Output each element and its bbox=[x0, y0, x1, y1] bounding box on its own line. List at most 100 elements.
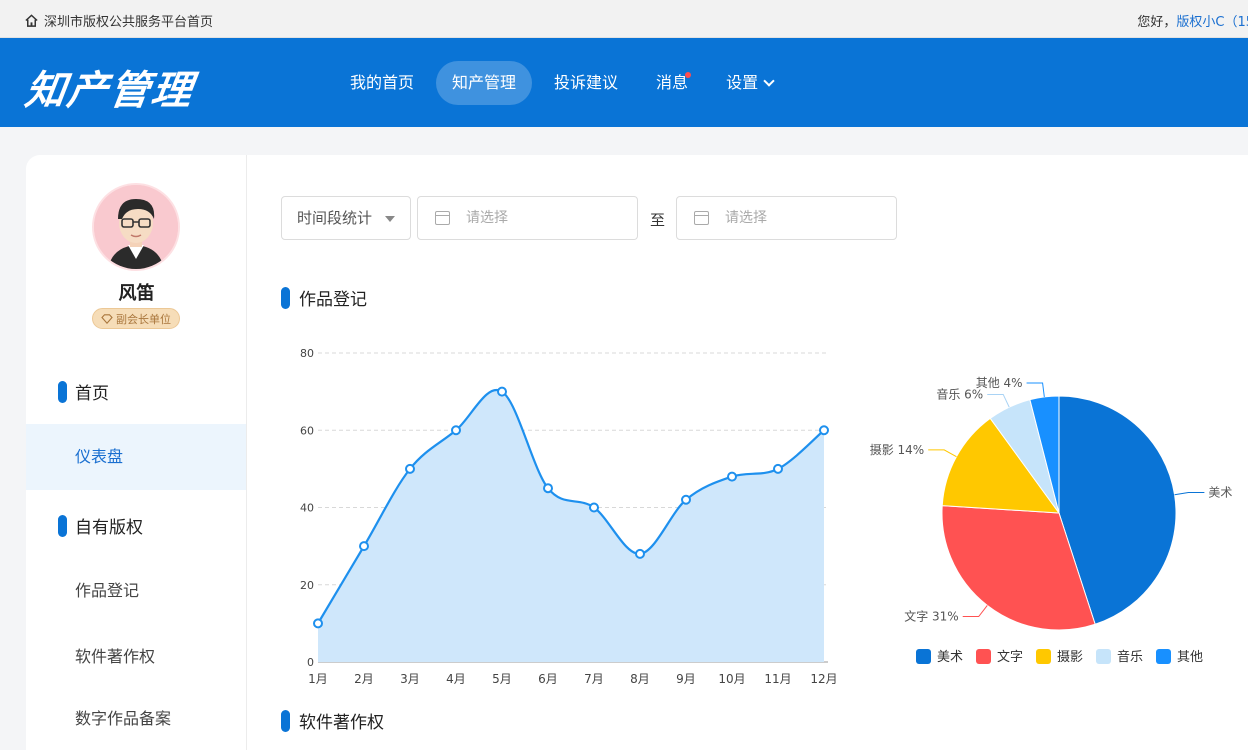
pie-label-leader bbox=[1174, 492, 1205, 496]
y-tick-label: 0 bbox=[307, 656, 314, 669]
data-point[interactable] bbox=[497, 386, 507, 397]
legend-swatch bbox=[1156, 649, 1171, 664]
range-separator: 至 bbox=[650, 211, 666, 229]
avatar-image-icon bbox=[94, 185, 178, 269]
x-tick-label: 12月 bbox=[810, 672, 837, 686]
legend-swatch bbox=[916, 649, 931, 664]
legend-item[interactable]: 摄影 bbox=[1036, 649, 1083, 665]
portal-home-link[interactable]: 深圳市版权公共服务平台首页 bbox=[24, 11, 213, 30]
x-tick-label: 4月 bbox=[446, 672, 466, 686]
sidebar: 风笛 副会长单位 首页 仪表盘 自有版权 作品登记 软件著作权 数字作品备案 bbox=[26, 155, 247, 750]
legend-item[interactable]: 文字 bbox=[976, 649, 1023, 665]
x-tick-label: 10月 bbox=[718, 672, 745, 686]
sidebar-item-work-registration-label: 作品登记 bbox=[75, 581, 140, 600]
nav-complaints[interactable]: 投诉建议 bbox=[538, 61, 634, 105]
nav-messages-label: 消息 bbox=[656, 73, 689, 92]
x-tick-label: 9月 bbox=[676, 672, 696, 686]
chevron-down-icon bbox=[763, 75, 775, 87]
data-point[interactable] bbox=[405, 463, 415, 474]
data-point[interactable] bbox=[681, 494, 691, 505]
top-bar: 深圳市版权公共服务平台首页 您好，版权小C（15 bbox=[0, 0, 1248, 38]
nav-ip-management-label: 知产管理 bbox=[452, 73, 517, 92]
membership-badge: 副会长单位 bbox=[92, 308, 180, 329]
section-marker-icon bbox=[58, 380, 67, 403]
legend-label: 其他 bbox=[1177, 650, 1203, 665]
x-tick-label: 6月 bbox=[538, 672, 558, 686]
end-date-placeholder: 请选择 bbox=[725, 210, 767, 226]
y-tick-label: 60 bbox=[300, 424, 314, 437]
end-date-input[interactable]: 请选择 bbox=[676, 196, 897, 240]
data-point[interactable] bbox=[589, 502, 599, 513]
menu-section-home: 首页 bbox=[58, 379, 109, 404]
sidebar-item-software-copyright[interactable]: 软件著作权 bbox=[26, 624, 246, 690]
legend-item[interactable]: 音乐 bbox=[1096, 649, 1143, 665]
period-select[interactable]: 时间段统计 bbox=[281, 196, 411, 240]
works-section-title-text: 作品登记 bbox=[299, 290, 367, 310]
user-name: 风笛 bbox=[118, 283, 155, 304]
home-icon bbox=[25, 14, 38, 27]
legend-label: 音乐 bbox=[1117, 649, 1143, 665]
area-fill bbox=[318, 389, 824, 662]
pie-slice-label: 摄影 14% bbox=[870, 442, 925, 457]
sidebar-item-software-copyright-label: 软件著作权 bbox=[75, 647, 156, 666]
sidebar-item-digital-filing[interactable]: 数字作品备案 bbox=[26, 686, 246, 750]
data-point[interactable] bbox=[819, 425, 829, 436]
data-point[interactable] bbox=[313, 618, 323, 629]
nav-settings[interactable]: 设置 bbox=[710, 61, 789, 105]
sidebar-item-work-registration[interactable]: 作品登记 bbox=[26, 558, 246, 624]
app-logo[interactable]: 知产管理 bbox=[22, 58, 198, 116]
caret-down-icon bbox=[385, 216, 395, 222]
period-select-value: 时间段统计 bbox=[297, 209, 373, 227]
legend-item[interactable]: 其他 bbox=[1156, 649, 1203, 665]
pie-label-leader bbox=[987, 393, 1010, 408]
nav-ip-management[interactable]: 知产管理 bbox=[436, 61, 533, 105]
legend-swatch bbox=[1036, 649, 1051, 664]
calendar-icon bbox=[694, 211, 709, 225]
section-marker-icon bbox=[281, 709, 290, 732]
sidebar-item-dashboard-label: 仪表盘 bbox=[75, 447, 124, 466]
x-tick-label: 1月 bbox=[308, 672, 328, 686]
sidebar-item-dashboard[interactable]: 仪表盘 bbox=[26, 424, 246, 490]
avatar[interactable] bbox=[92, 183, 180, 271]
data-point[interactable] bbox=[451, 425, 461, 436]
nav-messages[interactable]: 消息 bbox=[640, 61, 704, 105]
data-point[interactable] bbox=[543, 483, 553, 494]
nav-settings-label: 设置 bbox=[726, 73, 759, 92]
data-point[interactable] bbox=[635, 548, 645, 559]
legend-swatch bbox=[1096, 649, 1111, 664]
user-greeting: 您好，版权小C（15 bbox=[1137, 11, 1248, 30]
data-point[interactable] bbox=[727, 471, 737, 482]
y-tick-label: 40 bbox=[300, 502, 314, 515]
section-marker-icon bbox=[58, 514, 67, 537]
menu-section-own-copyright-label: 自有版权 bbox=[75, 518, 143, 538]
username-link[interactable]: 版权小C（15 bbox=[1176, 15, 1248, 30]
data-point[interactable] bbox=[359, 541, 369, 552]
pie-slice-label: 文字 31% bbox=[904, 609, 959, 624]
menu-section-home-label: 首页 bbox=[75, 384, 109, 404]
works-category-pie-chart: 美术文字 31%摄影 14%音乐 6%其他 4%美术 文字 摄影 音乐 其他 bbox=[870, 376, 1233, 665]
legend-swatch bbox=[976, 649, 991, 664]
calendar-icon bbox=[435, 211, 450, 225]
portal-home-label: 深圳市版权公共服务平台首页 bbox=[44, 15, 214, 30]
x-tick-label: 3月 bbox=[400, 672, 420, 686]
legend-item[interactable]: 美术 bbox=[916, 649, 963, 665]
start-date-placeholder: 请选择 bbox=[466, 210, 508, 226]
legend-label: 文字 bbox=[997, 650, 1023, 665]
data-point[interactable] bbox=[773, 463, 783, 474]
y-tick-label: 80 bbox=[300, 347, 314, 360]
x-tick-label: 11月 bbox=[764, 672, 791, 686]
dashboard-main: 时间段统计 请选择 至 请选择 作品登记 0 20 40 60 80 1月 2月 3月 4月 5月… bbox=[248, 155, 1248, 750]
membership-badge-label: 副会长单位 bbox=[116, 312, 171, 326]
y-tick-label: 20 bbox=[300, 579, 314, 592]
content-card: 风笛 副会长单位 首页 仪表盘 自有版权 作品登记 软件著作权 数字作品备案 时… bbox=[26, 155, 1248, 750]
pie-label-leader bbox=[962, 605, 988, 618]
start-date-input[interactable]: 请选择 bbox=[417, 196, 638, 240]
pie-label-leader bbox=[1026, 382, 1045, 397]
nav-complaints-label: 投诉建议 bbox=[554, 73, 619, 92]
software-section-title: 软件著作权 bbox=[281, 708, 384, 733]
section-marker-icon bbox=[281, 286, 290, 309]
legend-label: 摄影 bbox=[1057, 650, 1083, 665]
pie-slice-label: 其他 4% bbox=[976, 376, 1023, 390]
nav-my-home[interactable]: 我的首页 bbox=[334, 61, 430, 105]
x-tick-label: 5月 bbox=[492, 672, 512, 686]
